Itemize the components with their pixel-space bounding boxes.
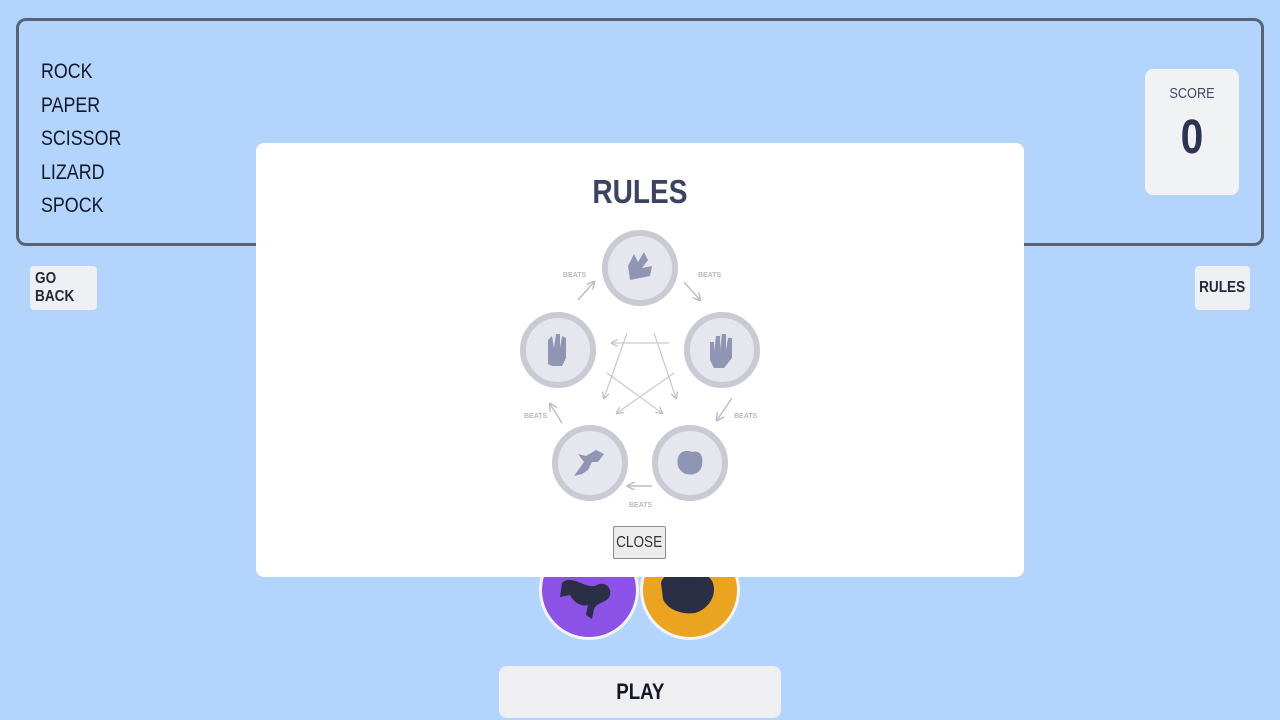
choice-name-rock: ROCK: [41, 60, 93, 83]
beats-label-1: BEATS: [563, 272, 587, 279]
beats-label-5: BEATS: [524, 413, 548, 420]
star-arrows: [604, 332, 676, 413]
score-box: SCORE 0: [1145, 69, 1239, 195]
rules-button[interactable]: RULES: [1195, 266, 1250, 310]
modal-title-text: RULES: [592, 173, 688, 210]
rules-diagram: BEATS BEATS BEATS BEATS BEATS: [520, 230, 760, 509]
choice-names-list: ROCK PAPER SCISSOR LIZARD SPOCK: [41, 55, 136, 223]
rock-icon-small: [677, 450, 703, 475]
score-value: 0: [1180, 111, 1204, 164]
spock-circle: [520, 312, 596, 388]
choice-name-scissor: SCISSOR: [41, 127, 122, 151]
score-label: SCORE: [1169, 85, 1215, 102]
rules-modal: RULES BEATS BEATS BEATS BEATS BEATS CLOS…: [256, 143, 1024, 577]
play-button[interactable]: PLAY: [499, 666, 781, 718]
play-label: PLAY: [615, 679, 665, 704]
lizard-circle: [552, 425, 628, 501]
go-back-label: GO BACK: [35, 270, 75, 305]
beats-label-2: BEATS: [698, 272, 722, 279]
scissors-circle: [602, 230, 678, 306]
go-back-button[interactable]: GO BACK: [30, 266, 97, 310]
rules-label: RULES: [1199, 279, 1246, 296]
choice-name-lizard: LIZARD: [41, 160, 105, 184]
paper-circle: [684, 312, 760, 388]
choice-name-spock: SPOCK: [41, 194, 104, 218]
choice-name-paper: PAPER: [41, 93, 101, 117]
modal-title: RULES: [256, 173, 1024, 211]
rock-circle: [652, 425, 728, 501]
beats-label-4: BEATS: [629, 502, 653, 509]
close-button[interactable]: CLOSE: [613, 526, 666, 559]
close-label: CLOSE: [616, 533, 663, 551]
spock-icon: [548, 334, 566, 366]
beats-label-3: BEATS: [734, 413, 758, 420]
